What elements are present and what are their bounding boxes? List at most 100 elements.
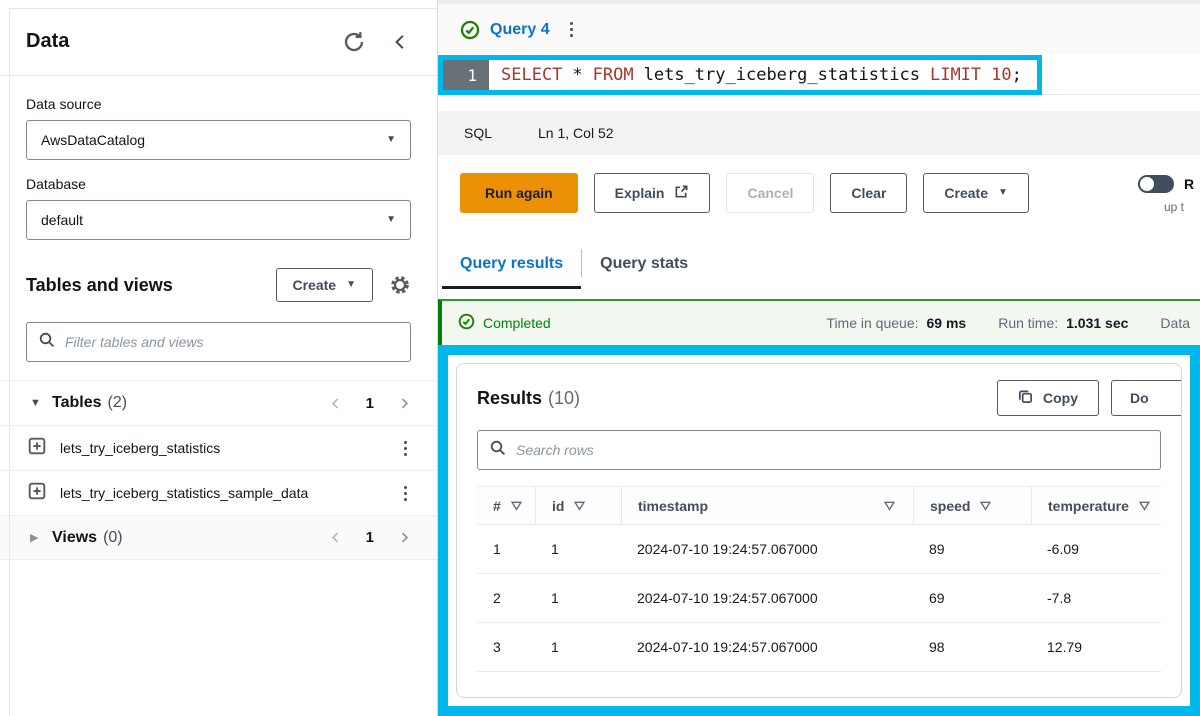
query-tab-bar: Query 4: [438, 4, 1200, 55]
cell-index: 1: [477, 525, 535, 573]
data-source-select[interactable]: AwsDataCatalog ▼: [26, 120, 411, 160]
results-table-header: # id timestamp speed: [477, 487, 1161, 525]
triangle-down-icon: ▼: [30, 397, 52, 409]
sql-keyword: SELECT: [501, 65, 562, 85]
completed-status-text: Completed: [483, 315, 551, 331]
sort-icon[interactable]: [511, 501, 522, 511]
sort-icon[interactable]: [574, 501, 585, 511]
views-section-label: Views: [52, 529, 97, 547]
database-label: Database: [26, 176, 411, 192]
column-header-id[interactable]: id: [535, 487, 621, 524]
table-row[interactable]: lets_try_iceberg_statistics: [0, 425, 437, 470]
chevron-down-icon: ▼: [346, 280, 356, 290]
results-panel: Results(10) Copy Do: [456, 363, 1182, 698]
page-next-icon[interactable]: [398, 531, 411, 544]
triangle-right-icon: ▶: [30, 531, 52, 544]
table-row[interactable]: 1 1 2024-07-10 19:24:57.067000 89 -6.09: [477, 525, 1161, 574]
table-row[interactable]: 2 1 2024-07-10 19:24:57.067000 69 -7.8: [477, 574, 1161, 623]
search-rows: [477, 430, 1161, 470]
download-button[interactable]: Do: [1111, 380, 1182, 416]
line-number: 1: [443, 60, 489, 90]
chevron-down-icon: ▼: [386, 215, 396, 225]
query-toolbar: Run again Explain Cancel Clear Create ▼ …: [438, 173, 1200, 213]
sql-editor[interactable]: 1 SELECT * FROM lets_try_iceberg_statist…: [438, 55, 1200, 95]
table-row[interactable]: 3 1 2024-07-10 19:24:57.067000 98 12.79: [477, 623, 1161, 672]
query-tab-label[interactable]: Query 4: [490, 21, 550, 39]
sql-semicolon: ;: [1012, 65, 1022, 85]
kebab-menu-icon[interactable]: [400, 482, 411, 505]
column-header-timestamp[interactable]: timestamp: [621, 487, 913, 524]
views-section-row[interactable]: ▶ Views (0) 1: [0, 515, 437, 560]
reuse-results-sublabel: up t: [1164, 200, 1200, 214]
sort-icon[interactable]: [1139, 501, 1150, 511]
data-source-value: AwsDataCatalog: [41, 132, 145, 148]
collapse-panel-icon[interactable]: [391, 33, 409, 51]
cell-temperature: -7.8: [1031, 574, 1161, 622]
results-table: # id timestamp speed: [477, 486, 1161, 672]
expand-plus-icon[interactable]: [28, 482, 46, 505]
chevron-down-icon: ▼: [386, 135, 396, 145]
cursor-position: Ln 1, Col 52: [538, 125, 614, 141]
page-prev-icon[interactable]: [329, 531, 342, 544]
sql-keyword: LIMIT: [930, 65, 981, 85]
column-header-speed[interactable]: speed: [913, 487, 1031, 524]
reuse-results-toggle[interactable]: [1138, 175, 1174, 193]
create-button-label: Create: [293, 277, 337, 293]
tables-section-count: (2): [108, 394, 128, 412]
explain-button[interactable]: Explain: [594, 173, 711, 213]
run-time-label: Run time:: [998, 315, 1058, 331]
refresh-icon[interactable]: [343, 31, 365, 53]
column-header-index[interactable]: #: [477, 487, 535, 524]
query-status-bar: Completed Time in queue: 69 ms Run time:…: [438, 299, 1200, 345]
query-tab-kebab-icon[interactable]: [566, 18, 577, 41]
create-dropdown-button[interactable]: Create ▼: [923, 173, 1029, 213]
query-metrics: Time in queue: 69 ms Run time: 1.031 sec…: [826, 315, 1190, 331]
database-select[interactable]: default ▼: [26, 200, 411, 240]
data-scanned-label: Data: [1160, 315, 1190, 331]
sql-table-name: lets_try_iceberg_statistics: [644, 65, 920, 85]
cancel-button[interactable]: Cancel: [726, 173, 814, 213]
sql-code-line[interactable]: SELECT * FROM lets_try_iceberg_statistic…: [489, 60, 1022, 90]
gear-icon[interactable]: [389, 274, 411, 296]
tables-pagination: 1: [329, 395, 411, 412]
results-highlight-box: Results(10) Copy Do: [438, 345, 1200, 716]
table-name: lets_try_iceberg_statistics_sample_data: [60, 485, 308, 501]
tables-section-row[interactable]: ▼ Tables (2) 1: [0, 380, 437, 425]
tables-views-title: Tables and views: [26, 275, 276, 296]
copy-button[interactable]: Copy: [997, 380, 1099, 416]
cell-speed: 69: [913, 574, 1031, 622]
tab-query-results[interactable]: Query results: [442, 245, 581, 289]
filter-tables-input[interactable]: [65, 334, 398, 350]
page-next-icon[interactable]: [398, 397, 411, 410]
explain-button-label: Explain: [615, 185, 665, 201]
filter-tables-search: [26, 322, 411, 362]
cell-temperature: 12.79: [1031, 623, 1161, 671]
run-time-value: 1.031 sec: [1066, 315, 1128, 331]
athena-query-editor: Data Data source AwsDataCatalog ▼ Databa…: [0, 0, 1200, 716]
column-header-temperature[interactable]: temperature: [1031, 487, 1161, 524]
create-button[interactable]: Create ▼: [276, 268, 374, 302]
cell-timestamp: 2024-07-10 19:24:57.067000: [621, 525, 913, 573]
page-prev-icon[interactable]: [329, 397, 342, 410]
tab-query-stats[interactable]: Query stats: [582, 245, 706, 289]
page-number: 1: [366, 395, 374, 412]
search-rows-input[interactable]: [516, 442, 1148, 458]
expand-plus-icon[interactable]: [28, 437, 46, 460]
sql-highlight-box: 1 SELECT * FROM lets_try_iceberg_statist…: [438, 55, 1042, 95]
sidebar-header-icons: [343, 31, 409, 53]
cell-id: 1: [535, 574, 621, 622]
kebab-menu-icon[interactable]: [400, 437, 411, 460]
sql-keyword: FROM: [593, 65, 634, 85]
sort-icon[interactable]: [884, 501, 895, 511]
views-pagination: 1: [329, 529, 411, 546]
table-name: lets_try_iceberg_statistics: [60, 440, 220, 456]
query-panel: Query 4 1 SELECT * FROM lets_try_iceberg…: [438, 0, 1200, 716]
sidebar-header: Data: [0, 0, 437, 76]
copy-button-label: Copy: [1043, 390, 1078, 406]
run-again-button[interactable]: Run again: [460, 173, 578, 213]
clear-button[interactable]: Clear: [830, 173, 907, 213]
sort-icon[interactable]: [980, 501, 991, 511]
cell-index: 3: [477, 623, 535, 671]
sidebar-body: Data source AwsDataCatalog ▼ Database de…: [0, 76, 437, 362]
table-row[interactable]: lets_try_iceberg_statistics_sample_data: [0, 470, 437, 515]
